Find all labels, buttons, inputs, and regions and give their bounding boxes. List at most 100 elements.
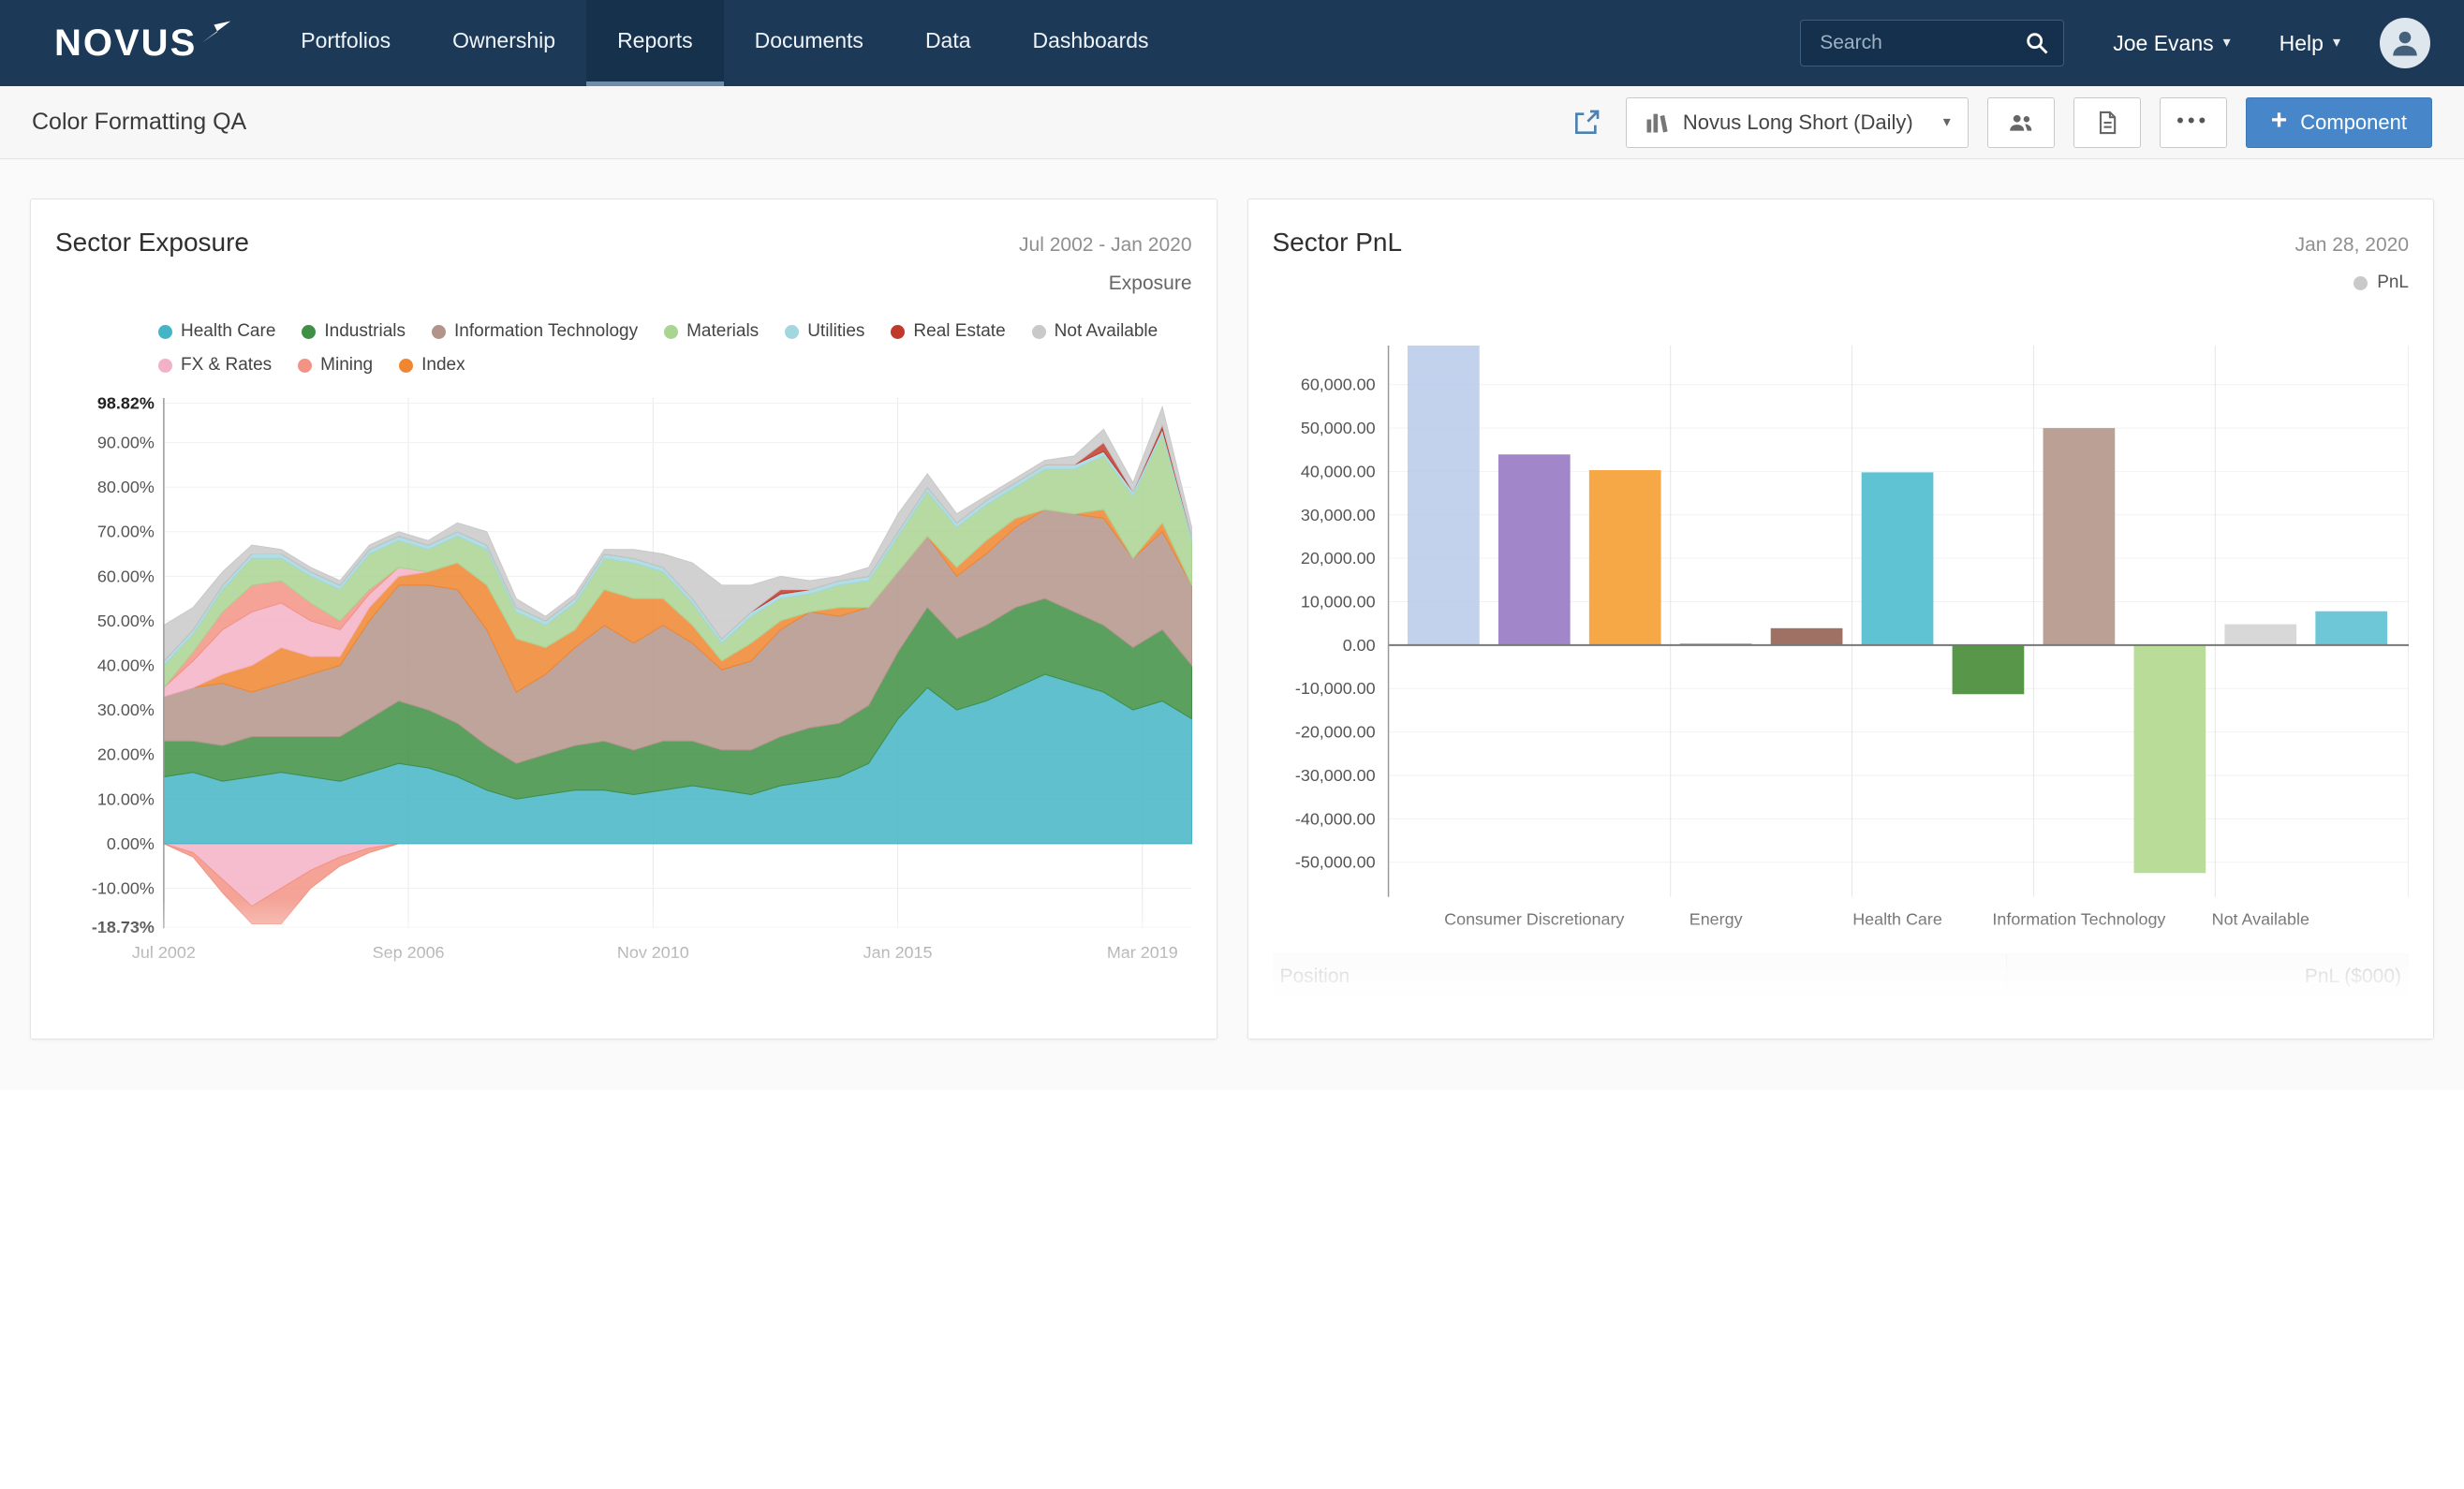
legend-item[interactable]: Real Estate — [891, 317, 1005, 346]
date-column-header: 09/30/2002 — [612, 986, 806, 1034]
svg-text:-10.00%: -10.00% — [92, 878, 155, 897]
nav-menu: PortfoliosOwnershipReportsDocumentsDataD… — [270, 0, 1179, 86]
user-menu[interactable]: Joe Evans ▾ — [2088, 31, 2254, 56]
legend-item[interactable]: Information Technology — [432, 317, 638, 346]
legend-item[interactable]: Not Available — [1032, 317, 1158, 346]
legend-item[interactable]: FX & Rates — [158, 351, 272, 379]
svg-text:30.00%: 30.00% — [97, 700, 155, 719]
svg-text:-18.73%: -18.73% — [92, 918, 155, 936]
svg-text:40.00%: 40.00% — [97, 656, 155, 675]
top-nav: NOVUS PortfoliosOwnershipReportsDocument… — [0, 0, 2464, 86]
portfolio-selector[interactable]: Novus Long Short (Daily) ▾ — [1626, 97, 1969, 148]
pnl-bar-chart[interactable]: 60,000.00 50,000.00 40,000.00 30,000.00 20,0… — [1273, 342, 2410, 935]
svg-text:-10,000.00: -10,000.00 — [1294, 679, 1375, 698]
external-link-icon — [1571, 108, 1601, 138]
svg-text:20.00%: 20.00% — [97, 745, 155, 764]
people-icon — [2008, 110, 2034, 136]
help-menu[interactable]: Help ▾ — [2255, 31, 2365, 56]
exposure-table: Position▾07/31/200208/31/200209/30/20021… — [55, 986, 1192, 1039]
svg-text:50,000.00: 50,000.00 — [1300, 419, 1375, 437]
legend-dot — [432, 325, 446, 339]
help-label: Help — [2280, 31, 2324, 56]
card-date: Jan 28, 2020 — [2295, 234, 2409, 257]
legend-item[interactable]: Industrials — [302, 317, 406, 346]
svg-text:40,000.00: 40,000.00 — [1300, 462, 1375, 480]
report-canvas: Sector Exposure Jul 2002 - Jan 2020 Expo… — [0, 159, 2464, 1090]
document-button[interactable] — [2073, 97, 2141, 148]
position-column-header[interactable]: Position — [1273, 953, 2007, 1001]
legend-dot — [158, 359, 172, 373]
value-cell: 0.21 — [1000, 1034, 1191, 1039]
legend-label: Health Care — [181, 317, 275, 346]
pnl-column-header: PnL ($000) — [2006, 953, 2409, 1001]
nav-item-portfolios[interactable]: Portfolios — [270, 0, 421, 86]
nav-item-documents[interactable]: Documents — [724, 0, 894, 86]
legend-item[interactable]: Utilities — [785, 317, 864, 346]
legend-label: FX & Rates — [181, 351, 272, 379]
pnl-legend[interactable]: PnL — [1273, 273, 2410, 293]
date-column-header: 07/31/2002 — [226, 986, 420, 1034]
legend-label: Index — [421, 351, 465, 379]
search-input[interactable] — [1818, 31, 2024, 55]
svg-text:10.00%: 10.00% — [97, 789, 155, 808]
table-row[interactable]: Communication Services69,770.09 — [1273, 1000, 2410, 1039]
legend-dot — [2353, 276, 2368, 290]
legend-label: Not Available — [1055, 317, 1158, 346]
search-icon[interactable] — [2024, 30, 2050, 56]
pnl-table: PositionPnL ($000) Communication Service… — [1273, 953, 2410, 1039]
user-name: Joe Evans — [2113, 31, 2213, 56]
card-date-range: Jul 2002 - Jan 2020 — [1019, 234, 1191, 257]
legend-dot — [664, 325, 678, 339]
position-column-header[interactable]: Position▾ — [55, 986, 226, 1034]
legend-item[interactable]: Materials — [664, 317, 759, 346]
svg-text:20,000.00: 20,000.00 — [1300, 549, 1375, 568]
portfolio-selector-label: Novus Long Short (Daily) — [1683, 111, 1913, 135]
legend-dot — [298, 359, 312, 373]
share-users-button[interactable] — [1987, 97, 2055, 148]
legend-label: Mining — [320, 351, 373, 379]
exposure-area-chart[interactable]: Jul 2002Sep 2006Nov 2010Jan 2015Mar 2019… — [55, 392, 1192, 967]
legend-label: PnL — [2377, 273, 2409, 293]
svg-text:0.00%: 0.00% — [107, 834, 155, 853]
svg-text:-40,000.00: -40,000.00 — [1294, 809, 1375, 828]
legend-dot — [399, 359, 413, 373]
svg-text:Information Technology: Information Technology — [1992, 910, 2165, 929]
caret-down-icon: ▾ — [140, 1003, 148, 1019]
nav-item-dashboards[interactable]: Dashboards — [1002, 0, 1180, 86]
card-title: Sector PnL — [1273, 228, 1403, 258]
svg-text:80.00%: 80.00% — [97, 478, 155, 496]
position-cell: Utilities — [55, 1034, 226, 1039]
legend-label: Information Technology — [454, 317, 638, 346]
logo-flag-icon — [200, 19, 232, 45]
svg-text:10,000.00: 10,000.00 — [1300, 593, 1375, 612]
avatar[interactable] — [2380, 18, 2430, 68]
legend-label: Materials — [686, 317, 759, 346]
open-external-button[interactable] — [1566, 102, 1607, 143]
svg-text:60,000.00: 60,000.00 — [1300, 376, 1375, 394]
file-icon — [2094, 110, 2120, 136]
novus-logo[interactable]: NOVUS — [0, 0, 270, 86]
caret-down-icon: ▾ — [2333, 36, 2340, 51]
pnl-value-cell: 69,770.09 — [2006, 1000, 2409, 1039]
axis-caption: Exposure — [55, 273, 1192, 295]
nav-item-reports[interactable]: Reports — [586, 0, 724, 86]
svg-text:30,000.00: 30,000.00 — [1300, 506, 1375, 524]
logo-text: NOVUS — [54, 22, 197, 65]
svg-text:Nov 2010: Nov 2010 — [617, 943, 689, 962]
legend-item[interactable]: Mining — [298, 351, 373, 379]
nav-item-ownership[interactable]: Ownership — [421, 0, 586, 86]
search-box — [1800, 20, 2064, 66]
svg-text:Not Available: Not Available — [2211, 910, 2309, 929]
svg-text:90.00%: 90.00% — [97, 434, 155, 452]
table-row[interactable]: Utilities--0.170.160.21 — [55, 1034, 1192, 1039]
value-cell: - — [226, 1034, 420, 1039]
legend-label: Utilities — [807, 317, 864, 346]
nav-item-data[interactable]: Data — [894, 0, 1002, 86]
legend-dot — [158, 325, 172, 339]
legend-item[interactable]: Index — [399, 351, 465, 379]
add-component-button[interactable]: + Component — [2246, 97, 2432, 148]
legend-dot — [1032, 325, 1046, 339]
legend-item[interactable]: Health Care — [158, 317, 275, 346]
more-options-button[interactable]: ••• — [2160, 97, 2227, 148]
page-title: Color Formatting QA — [32, 109, 246, 136]
